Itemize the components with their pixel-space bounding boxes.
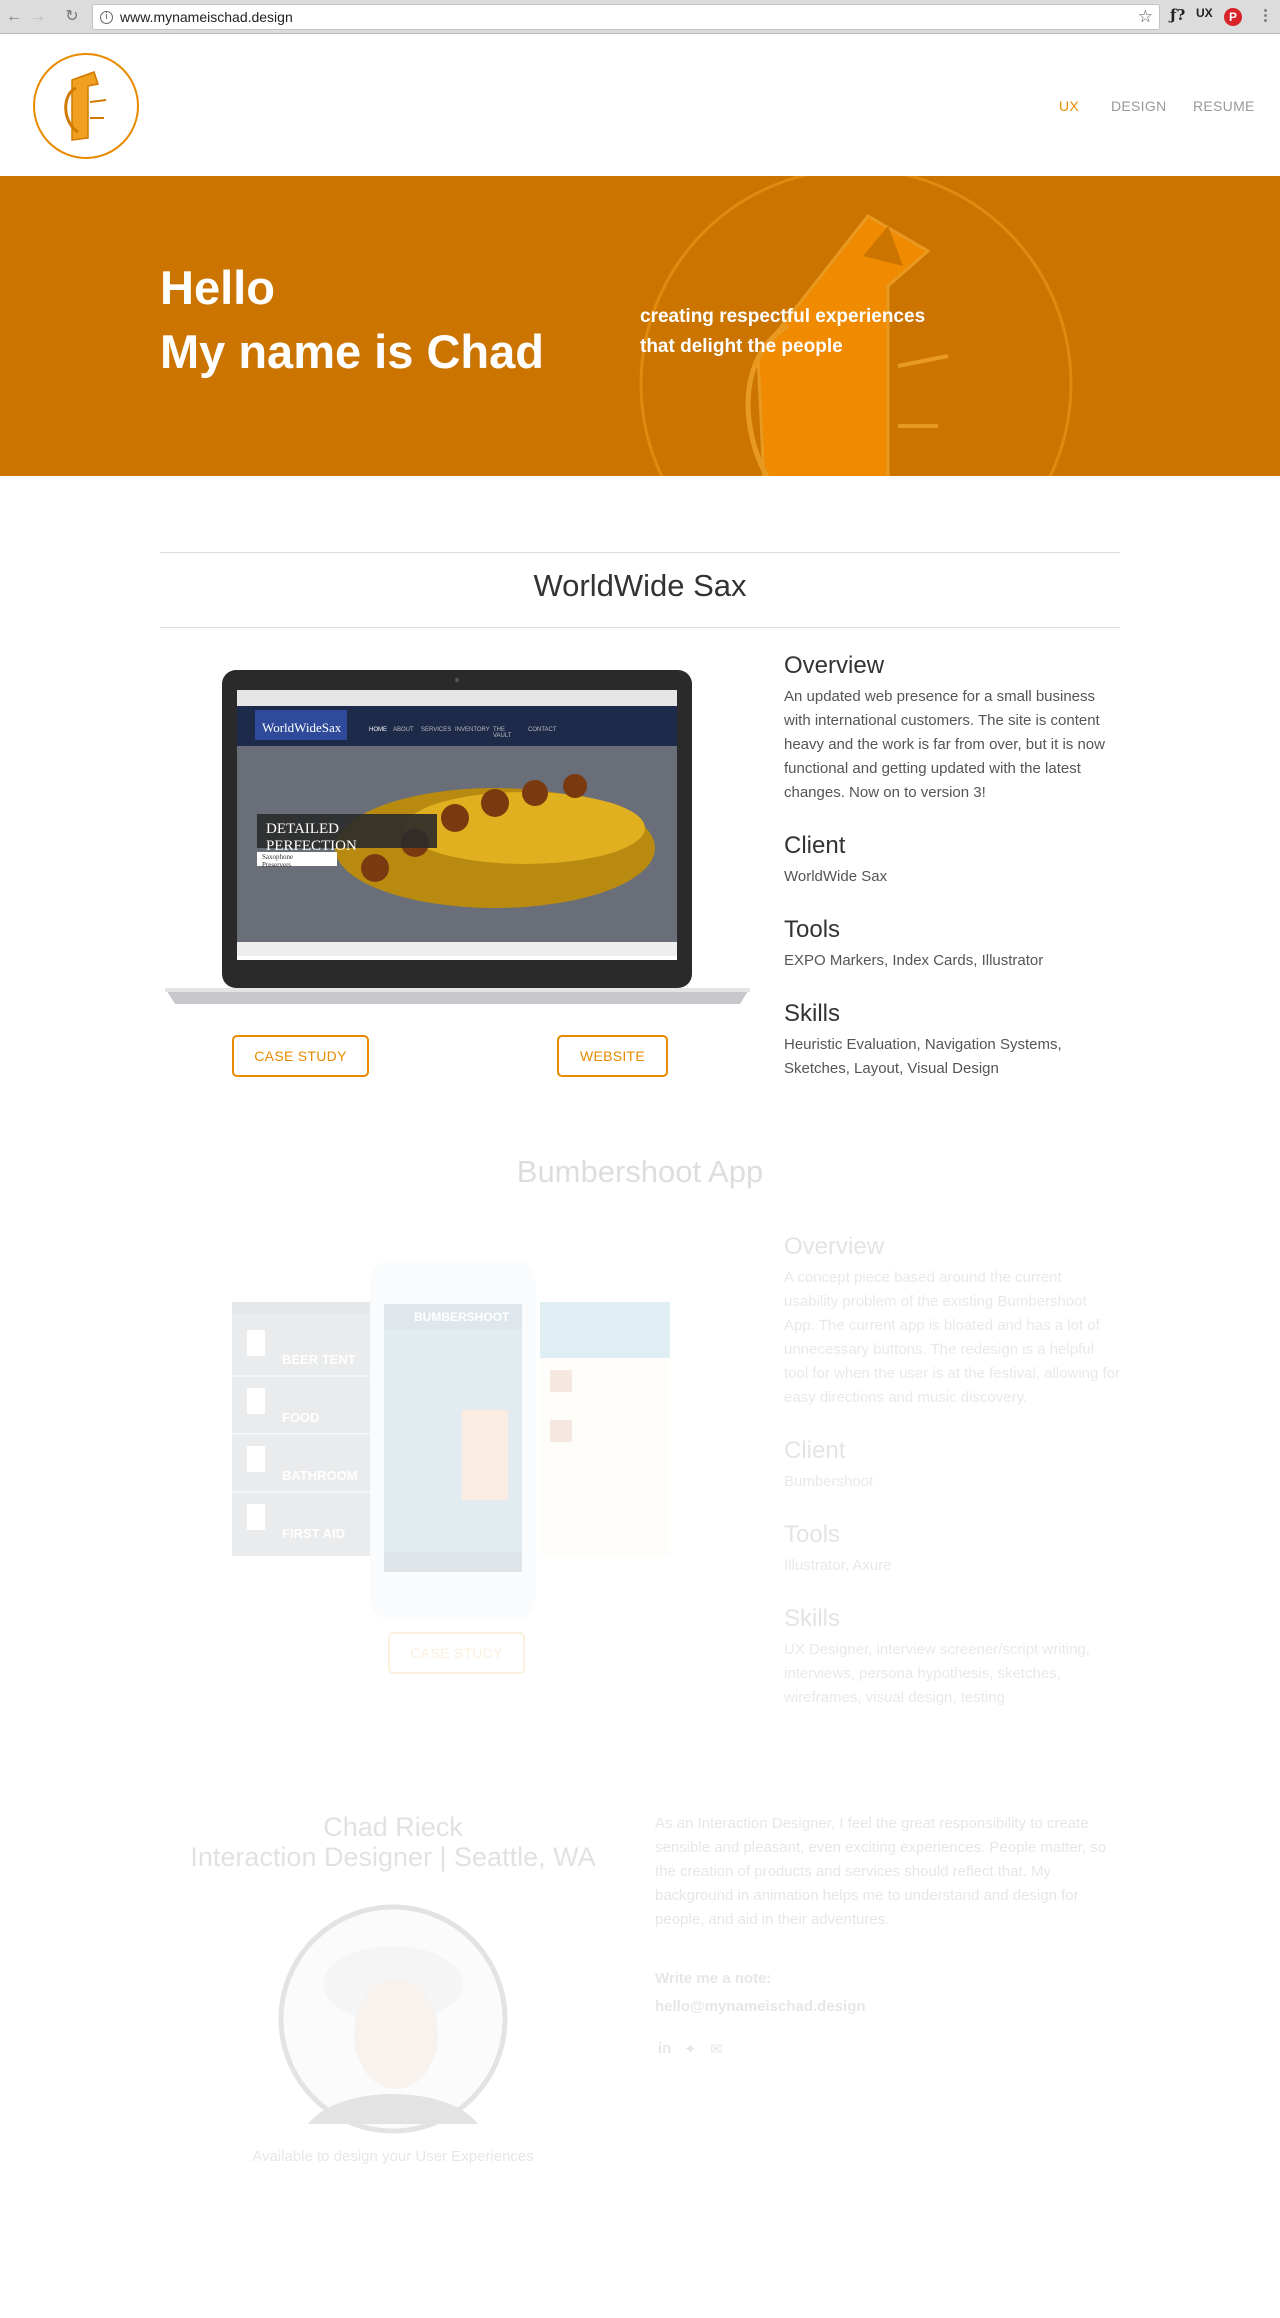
forward-arrow-icon[interactable]: →: [28, 7, 48, 27]
screen-banner-text: DETAILED PERFECTION: [266, 821, 357, 854]
tools-heading-2: Tools: [784, 1521, 841, 1548]
project-details-2: Overview A concept piece based around th…: [784, 1232, 1120, 1710]
note-label: Write me a note:: [655, 1970, 772, 1987]
skills-heading: Skills: [784, 1000, 841, 1027]
url-text: www.mynameischad.design: [120, 9, 293, 25]
case-study-button[interactable]: CASE STUDY: [232, 1035, 369, 1077]
screen-menu-vault: THE VAULT: [493, 727, 512, 739]
skills-text-2: UX Designer, interview screener/script w…: [784, 1641, 1090, 1706]
address-bar[interactable]: i www.mynameischad.design ☆: [92, 4, 1160, 30]
faded-content: Bumbershoot App BEER TENT FOOD BATHROOM …: [0, 1140, 1280, 2318]
client-heading: Client: [784, 832, 846, 859]
email-link[interactable]: hello@mynameischad.design: [655, 1998, 866, 2015]
hero-tagline: creating respectful experiences that del…: [640, 302, 925, 362]
about-bio: As an Interaction Designer, I feel the g…: [655, 1815, 1107, 1928]
app-menu-bathroom: BATHROOM: [282, 1468, 358, 1483]
screen-menu-about: ABOUT: [393, 727, 414, 733]
case-study-button-2[interactable]: CASE STUDY: [388, 1632, 525, 1674]
divider: [160, 552, 1120, 553]
available-text: Available to design your User Experience…: [252, 2148, 534, 2165]
social-icons: in ✦ ✉: [658, 2040, 738, 2060]
overview-text-2: A concept piece based around the current…: [784, 1269, 1121, 1406]
profile-photo: [278, 1904, 508, 2134]
skills-heading-2: Skills: [784, 1605, 841, 1632]
laptop-mockup-image: [165, 670, 750, 1004]
skills-text: Heuristic Evaluation, Navigation Systems…: [784, 1036, 1062, 1077]
project-details: Overview An updated web presence for a s…: [784, 651, 1120, 1081]
app-brand: BUMBERSHOOT: [414, 1310, 510, 1324]
site-info-icon[interactable]: i: [100, 11, 113, 24]
browser-toolbar: ← → ↻ i www.mynameischad.design ☆ ƒ? UX …: [0, 0, 1280, 34]
hero-line-2: My name is Chad: [160, 325, 544, 378]
screen-menu-inventory: INVENTORY: [455, 727, 490, 733]
reload-icon[interactable]: ↻: [62, 7, 82, 27]
client-heading-2: Client: [784, 1437, 846, 1464]
tagline-line-2: that delight the people: [640, 336, 843, 357]
hero-line-1: Hello: [160, 261, 275, 314]
app-menu-food: FOOD: [282, 1410, 320, 1425]
client-text-2: Bumbershoot: [784, 1473, 874, 1490]
pinterest-icon[interactable]: P: [1224, 8, 1242, 26]
extension-ux-icon[interactable]: UX: [1196, 6, 1213, 20]
screen-banner-sub: Saxophone Preservers: [262, 853, 294, 869]
logo-icon[interactable]: [32, 52, 140, 160]
bookmark-star-icon[interactable]: ☆: [1138, 7, 1153, 27]
linkedin-icon[interactable]: in: [658, 2040, 671, 2057]
project-title: WorldWide Sax: [533, 568, 747, 603]
app-menu-beer: BEER TENT: [282, 1352, 356, 1367]
overview-heading: Overview: [784, 652, 885, 679]
tagline-line-1: creating respectful experiences: [640, 306, 926, 327]
tools-text-2: Illustrator, Axure: [784, 1557, 892, 1574]
screen-menu-contact: CONTACT: [528, 727, 557, 733]
nav-ux[interactable]: UX: [1059, 98, 1079, 114]
twitter-icon[interactable]: ✦: [684, 2040, 697, 2058]
overview-text: An updated web presence for a small busi…: [784, 688, 1105, 801]
tools-text: EXPO Markers, Index Cards, Illustrator: [784, 952, 1044, 969]
project-title: Bumbershoot App: [516, 1154, 764, 1189]
about-role: Interaction Designer | Seattle, WA: [190, 1842, 596, 1872]
mail-icon[interactable]: ✉: [710, 2040, 723, 2058]
site-header: UX DESIGN RESUME: [0, 35, 1280, 176]
hero-banner: Hello My name is Chad creating respectfu…: [0, 176, 1280, 476]
screen-menu-home: HOME: [369, 727, 387, 733]
hero-heading: Hello My name is Chad: [160, 256, 544, 384]
menu-kebab-icon[interactable]: ⋮: [1258, 6, 1273, 24]
screen-brand: WorldWideSax: [262, 720, 342, 735]
extension-font-icon[interactable]: ƒ?: [1170, 6, 1185, 24]
divider: [160, 627, 1120, 628]
tools-heading: Tools: [784, 916, 841, 943]
back-arrow-icon[interactable]: ←: [4, 7, 24, 27]
client-text: WorldWide Sax: [784, 868, 888, 885]
app-menu-first-aid: FIRST AID: [282, 1526, 346, 1541]
nav-design[interactable]: DESIGN: [1111, 98, 1166, 114]
screen-menu-services: SERVICES: [421, 727, 452, 733]
about-name: Chad Rieck: [323, 1812, 463, 1842]
overview-heading-2: Overview: [784, 1233, 885, 1260]
nav-resume[interactable]: RESUME: [1193, 98, 1255, 114]
website-button[interactable]: WEBSITE: [557, 1035, 668, 1077]
